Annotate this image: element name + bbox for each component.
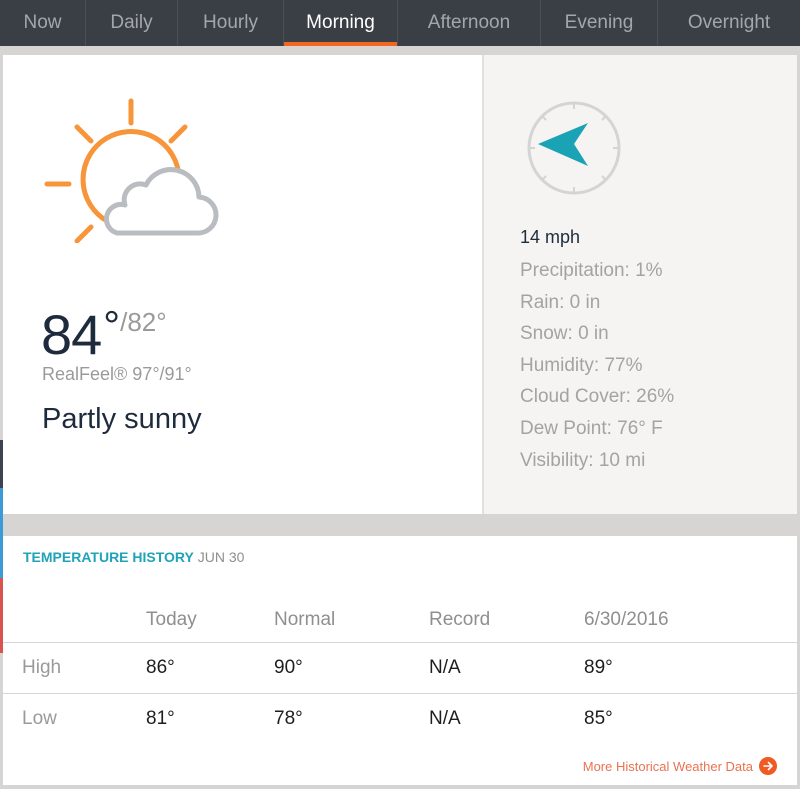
tab-evening[interactable]: Evening bbox=[541, 0, 658, 46]
tab-label: Now bbox=[23, 12, 62, 33]
temperature: 84 ° /82° bbox=[41, 302, 167, 366]
current-conditions: 84 ° /82° RealFeel® 97°/91° Partly sunny bbox=[3, 55, 797, 514]
wind-speed: 14 mph bbox=[520, 227, 581, 247]
tab-morning[interactable]: Morning bbox=[284, 0, 398, 46]
cell-high-last-year: 89° bbox=[584, 641, 797, 693]
tab-hourly[interactable]: Hourly bbox=[178, 0, 284, 46]
weather-stats: Precipitation: 1% Rain: 0 in Snow: 0 in … bbox=[520, 255, 674, 476]
tab-daily[interactable]: Daily bbox=[86, 0, 178, 46]
realfeel-temperature: RealFeel® 97°/91° bbox=[42, 364, 192, 384]
stat-humidity: Humidity: 77% bbox=[520, 354, 643, 376]
stat-rain: Rain: 0 in bbox=[520, 291, 601, 313]
cell-high-record: N/A bbox=[429, 641, 584, 693]
partly-sunny-icon bbox=[44, 98, 219, 243]
empty-header bbox=[3, 604, 146, 642]
tab-label: Overnight bbox=[687, 12, 771, 33]
more-link-label: More Historical Weather Data bbox=[582, 758, 753, 774]
tab-overnight[interactable]: Overnight bbox=[658, 0, 800, 46]
forecast-tabs: Now Daily Hourly Morning Afternoon Eveni… bbox=[0, 0, 800, 46]
cell-high-normal: 90° bbox=[274, 641, 429, 693]
stat-cloud-cover: Cloud Cover: 26% bbox=[520, 386, 675, 408]
history-table: Today Normal Record 6/30/2016 High 86° 9… bbox=[3, 604, 797, 744]
low-temperature: /82° bbox=[120, 307, 167, 337]
tab-label: Morning bbox=[306, 12, 375, 33]
arrow-right-icon bbox=[759, 757, 777, 775]
weather-page: Now Daily Hourly Morning Afternoon Eveni… bbox=[0, 0, 800, 789]
details-card: 14 mph Precipitation: 1% Rain: 0 in Snow… bbox=[482, 55, 797, 514]
cell-low-last-year: 85° bbox=[584, 692, 797, 744]
row-label-low: Low bbox=[3, 692, 146, 744]
stat-dew-point: Dew Point: 76° F bbox=[520, 417, 663, 439]
table-row: High 86° 90° N/A 89° bbox=[3, 641, 797, 693]
table-row: Low 81° 78° N/A 85° bbox=[3, 692, 797, 744]
column-last-year: 6/30/2016 bbox=[584, 609, 669, 630]
table-header-row: Today Normal Record 6/30/2016 bbox=[3, 604, 797, 642]
tab-label: Afternoon bbox=[427, 12, 511, 33]
stat-snow: Snow: 0 in bbox=[520, 323, 609, 345]
stat-visibility: Visibility: 10 mi bbox=[520, 449, 646, 471]
column-today: Today bbox=[146, 609, 197, 630]
column-record: Record bbox=[429, 609, 491, 630]
degree-symbol: ° bbox=[103, 302, 121, 349]
more-historical-data-link[interactable]: More Historical Weather Data bbox=[583, 757, 777, 775]
history-heading: TEMPERATURE HISTORY bbox=[23, 549, 194, 565]
weather-phrase: Partly sunny bbox=[42, 403, 202, 435]
cell-low-today: 81° bbox=[146, 692, 274, 744]
tab-label: Evening bbox=[564, 12, 634, 33]
stat-precipitation: Precipitation: 1% bbox=[520, 260, 663, 281]
column-normal: Normal bbox=[274, 609, 336, 630]
history-title: TEMPERATURE HISTORY JUN 30 bbox=[23, 549, 244, 565]
compass-arrow-west-icon bbox=[527, 101, 621, 195]
tab-label: Daily bbox=[110, 12, 153, 33]
row-label-high: High bbox=[3, 641, 146, 693]
cell-low-normal: 78° bbox=[274, 692, 429, 744]
history-date: JUN 30 bbox=[197, 549, 245, 565]
tab-label: Hourly bbox=[203, 12, 258, 33]
tab-now[interactable]: Now bbox=[0, 0, 86, 46]
tab-afternoon[interactable]: Afternoon bbox=[398, 0, 541, 46]
cell-high-today: 86° bbox=[146, 641, 274, 693]
cell-low-record: N/A bbox=[429, 692, 584, 744]
temperature-history: TEMPERATURE HISTORY JUN 30 Today Normal … bbox=[3, 536, 797, 785]
conditions-card: 84 ° /82° RealFeel® 97°/91° Partly sunny bbox=[3, 55, 482, 514]
current-temperature: 84 bbox=[41, 303, 102, 366]
